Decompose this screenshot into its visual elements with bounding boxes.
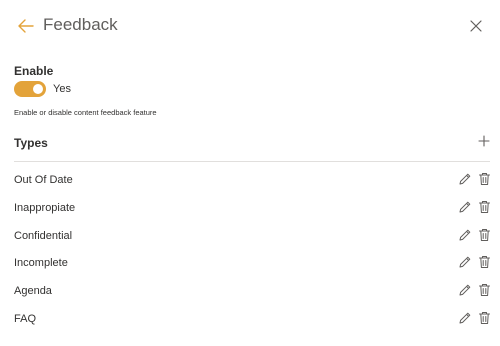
trash-icon (479, 173, 490, 185)
type-row: Incomplete (14, 253, 490, 275)
types-divider (14, 161, 490, 162)
back-button[interactable] (15, 15, 37, 37)
edit-type-button[interactable] (458, 283, 472, 297)
type-row: Out Of Date (14, 170, 490, 192)
arrow-left-icon (18, 19, 34, 33)
plus-icon (478, 135, 490, 147)
edit-type-button[interactable] (458, 255, 472, 269)
edit-type-button[interactable] (458, 311, 472, 325)
pencil-icon (459, 229, 471, 241)
type-row: Agenda (14, 281, 490, 303)
pencil-icon (459, 201, 471, 213)
type-row: FAQ (14, 309, 490, 331)
toggle-knob (33, 84, 43, 94)
types-title: Types (14, 136, 48, 150)
pencil-icon (459, 173, 471, 185)
edit-type-button[interactable] (458, 228, 472, 242)
close-button[interactable] (467, 17, 485, 35)
delete-type-button[interactable] (478, 255, 491, 269)
trash-icon (479, 228, 490, 241)
add-type-button[interactable] (477, 134, 491, 148)
toggle-state-text: Yes (53, 83, 71, 95)
type-label: Confidential (14, 229, 73, 242)
panel-header: Feedback (0, 0, 500, 50)
type-row: Confidential (14, 226, 490, 248)
type-row: Inappropiate (14, 198, 490, 220)
pencil-icon (459, 312, 471, 324)
trash-icon (479, 312, 490, 324)
trash-icon (479, 284, 490, 297)
trash-icon (479, 256, 490, 269)
delete-type-button[interactable] (478, 200, 491, 214)
enable-toggle[interactable] (14, 81, 46, 97)
delete-type-button[interactable] (478, 283, 491, 297)
type-label: Inappropiate (14, 201, 76, 214)
edit-type-button[interactable] (458, 200, 472, 214)
pencil-icon (459, 284, 471, 296)
enable-label: Enable (14, 64, 54, 78)
close-icon (470, 20, 482, 32)
type-label: Incomplete (14, 257, 68, 270)
delete-type-button[interactable] (478, 228, 491, 242)
pencil-icon (459, 257, 471, 268)
type-label: Agenda (14, 285, 52, 298)
enable-help-text: Enable or disable content feedback featu… (14, 108, 157, 117)
trash-icon (479, 200, 490, 213)
delete-type-button[interactable] (478, 311, 491, 325)
edit-type-button[interactable] (458, 172, 472, 186)
type-label: FAQ (14, 313, 37, 325)
type-label: Out Of Date (14, 174, 73, 186)
page-title: Feedback (43, 15, 118, 34)
delete-type-button[interactable] (478, 172, 491, 186)
